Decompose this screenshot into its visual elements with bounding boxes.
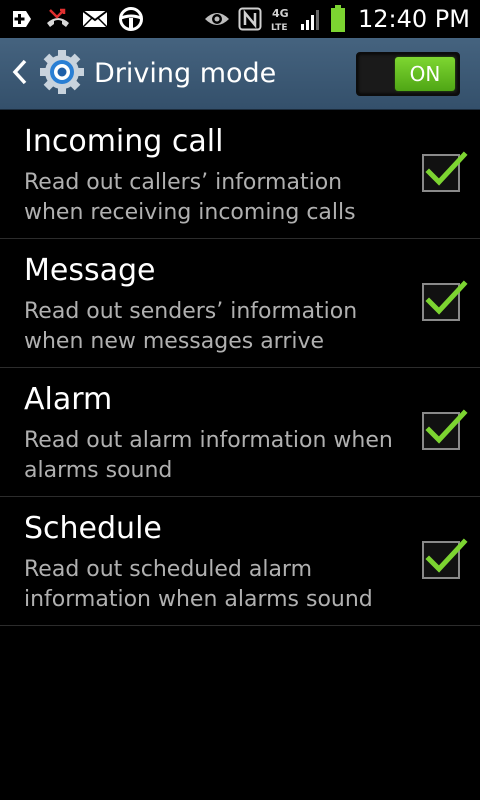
message-checkbox[interactable] xyxy=(422,280,468,321)
setting-title: Alarm xyxy=(24,382,113,417)
network-4g-lte-icon: 4G LTE xyxy=(270,6,292,32)
nfc-icon xyxy=(238,7,262,31)
battery-icon xyxy=(330,5,346,33)
steering-wheel-icon xyxy=(118,6,144,32)
checkmark-icon xyxy=(425,538,468,573)
action-bar: Driving mode ON xyxy=(0,38,480,110)
setting-description: Read out alarm information when alarms s… xyxy=(24,428,393,483)
clock-time: 12:40 PM xyxy=(358,5,470,33)
setting-title: Incoming call xyxy=(24,124,224,159)
settings-gear-icon xyxy=(38,48,86,100)
settings-list: Incoming call Read out callers’ informat… xyxy=(0,110,480,626)
missed-call-icon xyxy=(44,7,72,31)
checkmark-icon xyxy=(425,409,468,444)
signal-icon xyxy=(300,7,322,31)
driving-mode-toggle[interactable]: ON xyxy=(356,52,460,96)
alarm-checkbox[interactable] xyxy=(422,409,468,450)
setting-row-message[interactable]: Message Read out senders’ information wh… xyxy=(0,239,480,368)
toggle-on-label: ON xyxy=(395,57,455,91)
checkmark-icon xyxy=(425,280,468,315)
page-title: Driving mode xyxy=(94,58,277,89)
svg-text:4G: 4G xyxy=(272,7,289,20)
setting-description: Read out senders’ information when new m… xyxy=(24,299,358,354)
setting-description: Read out scheduled alarm information whe… xyxy=(24,557,373,612)
chevron-left-icon xyxy=(12,59,28,89)
setting-row-schedule[interactable]: Schedule Read out scheduled alarm inform… xyxy=(0,497,480,626)
system-icons: 4G LTE 12:40 PM xyxy=(204,5,480,33)
back-button[interactable] xyxy=(0,38,86,109)
notification-icons xyxy=(0,6,144,32)
setting-row-alarm[interactable]: Alarm Read out alarm information when al… xyxy=(0,368,480,497)
setting-title: Message xyxy=(24,253,156,288)
setting-title: Schedule xyxy=(24,511,162,546)
checkmark-icon xyxy=(425,151,468,186)
add-notification-icon xyxy=(10,7,34,31)
schedule-checkbox[interactable] xyxy=(422,538,468,579)
status-bar: 4G LTE 12:40 PM xyxy=(0,0,480,38)
setting-row-incoming-call[interactable]: Incoming call Read out callers’ informat… xyxy=(0,110,480,239)
setting-description: Read out callers’ information when recei… xyxy=(24,170,356,225)
svg-text:LTE: LTE xyxy=(271,23,288,32)
eye-icon xyxy=(204,9,230,29)
incoming-call-checkbox[interactable] xyxy=(422,151,468,192)
email-icon xyxy=(82,9,108,29)
